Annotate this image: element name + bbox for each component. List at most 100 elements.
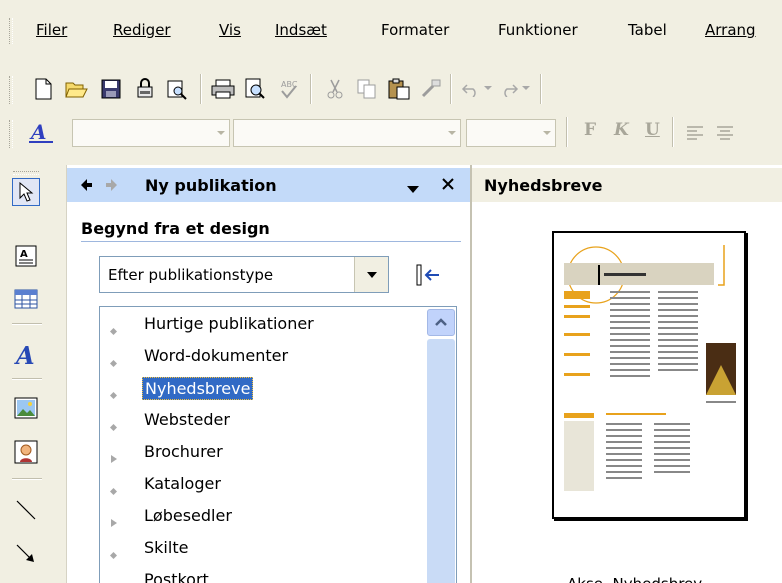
bullet-arrow-icon [110, 577, 117, 583]
forward-arrow-icon[interactable] [105, 178, 119, 196]
new-icon[interactable] [30, 77, 56, 101]
preview-header: Nyhedsbreve [472, 168, 782, 202]
objects-separator [12, 323, 42, 325]
menu-vis[interactable]: Vis [219, 21, 241, 39]
task-pane: Ny publikation Begynd fra et design Efte… [66, 165, 471, 583]
print-icon[interactable] [210, 77, 236, 101]
list-item-label: Nyhedsbreve [142, 377, 254, 400]
menu-indsaet[interactable]: Indsæt [275, 21, 327, 39]
line-tool-icon[interactable] [12, 496, 40, 524]
select-pointer-icon[interactable] [12, 178, 40, 206]
open-icon[interactable] [64, 77, 90, 101]
undo-dropdown-icon[interactable] [482, 77, 494, 101]
bullet-dot-icon [110, 353, 117, 367]
chevron-down-icon[interactable] [354, 257, 388, 292]
style-combo[interactable] [72, 119, 230, 147]
list-item-label: Postkort [144, 570, 209, 583]
underline-button[interactable]: U [645, 120, 660, 140]
font-combo[interactable] [233, 119, 461, 147]
redo-dropdown-icon[interactable] [520, 77, 532, 101]
close-icon[interactable] [441, 177, 455, 195]
insert-table-icon[interactable] [12, 285, 40, 313]
italic-button[interactable]: K [614, 120, 629, 140]
picture-frame-icon[interactable] [12, 394, 40, 422]
menu-formater[interactable]: Formater [381, 21, 449, 39]
list-item-selected[interactable]: Nyhedsbreve [100, 373, 425, 405]
section-title: Begynd fra et design [81, 219, 270, 238]
formatting-toolbar-grip[interactable] [9, 120, 13, 148]
styles-icon[interactable]: A [28, 121, 54, 145]
clip-art-icon[interactable] [12, 438, 40, 466]
svg-text:A: A [29, 122, 47, 144]
menu-arrang-label: Arrang [705, 21, 756, 39]
scroll-up-button[interactable] [427, 309, 455, 336]
task-pane-header: Ny publikation [67, 168, 471, 202]
permission-icon[interactable] [132, 77, 158, 101]
undo-icon[interactable] [460, 77, 482, 101]
align-center-icon[interactable] [712, 121, 738, 145]
list-item-label: Skilte [144, 538, 189, 557]
task-pane-menu-icon[interactable] [406, 181, 420, 199]
wordart-icon[interactable]: A [12, 341, 40, 369]
list-item[interactable]: Løbesedler [100, 501, 425, 533]
svg-text:A: A [20, 249, 28, 260]
chevron-up-icon [435, 318, 447, 326]
scrollbar-track[interactable] [427, 339, 455, 583]
list-item-label: Kataloger [144, 474, 221, 493]
arrow-tool-icon[interactable] [12, 540, 40, 568]
redo-icon[interactable] [498, 77, 520, 101]
bullet-dot-icon [110, 385, 117, 399]
menu-filer-label: Filer [36, 21, 68, 39]
preview-pane: Nyhedsbreve [470, 165, 782, 583]
dropdown-value: Efter publikationstype [108, 266, 274, 284]
list-item-label: Word-dokumenter [144, 346, 289, 365]
menu-arrangér[interactable]: Arrang [705, 21, 756, 39]
toolbar-separator [566, 117, 568, 147]
menu-bar-grip[interactable] [9, 18, 13, 44]
menu-indsaet-label: Indsæt [275, 21, 327, 39]
toolbar-separator [200, 74, 202, 104]
toolbar-grip[interactable] [9, 76, 13, 104]
newsletter-template-thumbnail[interactable] [552, 231, 746, 519]
preview-title: Nyhedsbreve [484, 176, 603, 195]
bullet-dot-icon [110, 545, 117, 559]
back-arrow-icon[interactable] [79, 178, 93, 196]
save-icon[interactable] [98, 77, 124, 101]
spelling-icon[interactable]: ABC [276, 77, 302, 101]
list-item[interactable]: Kataloger [100, 469, 425, 501]
menu-rediger-label: Rediger [113, 21, 171, 39]
align-left-icon[interactable] [682, 121, 708, 145]
publication-list: Hurtige publikationer Word-dokumenter Ny… [99, 306, 457, 583]
menu-tabel[interactable]: Tabel [628, 21, 667, 39]
menu-filer[interactable]: Filer [36, 21, 67, 39]
copy-icon[interactable] [354, 77, 380, 101]
chevron-down-icon [217, 131, 225, 135]
publication-type-dropdown[interactable]: Efter publikationstype [99, 256, 389, 293]
font-size-combo[interactable] [466, 119, 556, 147]
menu-funktioner[interactable]: Funktioner [498, 21, 578, 39]
menu-rediger[interactable]: Rediger [113, 21, 171, 39]
template-caption: Akse, Nyhedsbrev [567, 575, 702, 583]
objects-toolbar-grip[interactable] [13, 171, 39, 175]
format-painter-icon[interactable] [418, 77, 444, 101]
svg-text:A: A [14, 343, 35, 367]
list-item[interactable]: Skilte [100, 533, 425, 565]
paste-icon[interactable] [386, 77, 412, 101]
search-icon[interactable] [164, 77, 190, 101]
text-box-icon[interactable]: A [12, 242, 40, 270]
list-item[interactable]: Brochurer [100, 437, 425, 469]
bold-button[interactable]: F [584, 120, 596, 140]
cut-icon[interactable] [322, 77, 348, 101]
toolbar-separator [450, 74, 452, 104]
list-item[interactable]: Word-dokumenter [100, 341, 425, 373]
list-item[interactable]: Hurtige publikationer [100, 309, 425, 341]
list-scrollbar[interactable] [426, 307, 456, 583]
list-item[interactable]: Postkort [100, 565, 425, 583]
list-item[interactable]: Websteder [100, 405, 425, 437]
toolbar-separator [310, 74, 312, 104]
print-preview-icon[interactable] [242, 77, 268, 101]
bullet-arrow-icon [110, 449, 117, 463]
menu-vis-label: Vis [219, 21, 241, 39]
bullet-dot-icon [110, 321, 117, 335]
show-pane-icon[interactable] [415, 263, 441, 291]
